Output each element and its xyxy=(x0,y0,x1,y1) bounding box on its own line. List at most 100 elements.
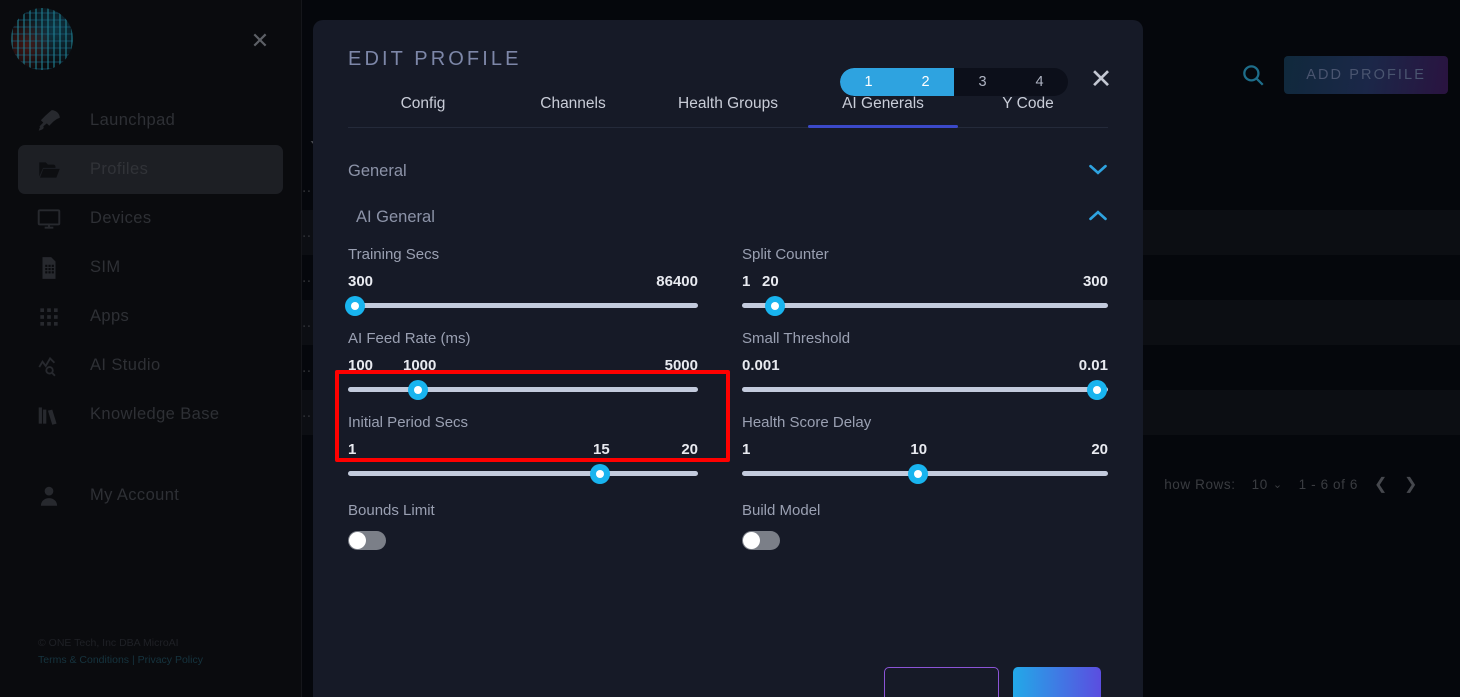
sidebar-item-apps[interactable]: Apps xyxy=(18,292,283,341)
show-rows-label: how Rows: xyxy=(1164,476,1236,492)
tab-health-groups[interactable]: Health Groups xyxy=(648,89,808,127)
slider-track[interactable] xyxy=(742,463,1108,484)
slider-track[interactable] xyxy=(345,295,698,316)
accordion-general[interactable]: General xyxy=(348,148,1108,194)
sidebar-footer: © ONE Tech, Inc DBA MicroAI Terms & Cond… xyxy=(38,635,203,669)
toggle-label: Bounds Limit xyxy=(348,502,435,519)
slider-thumb[interactable] xyxy=(590,463,610,484)
slider-label: Training Secs xyxy=(348,246,440,263)
slider-max: 300 xyxy=(1082,273,1108,290)
sidebar-item-ai-studio[interactable]: AI Studio xyxy=(18,341,283,390)
sidebar-item-label: Apps xyxy=(90,307,130,325)
chevron-up-icon xyxy=(1088,207,1108,227)
sidebar-item-devices[interactable]: Devices xyxy=(18,194,283,243)
books-icon xyxy=(36,401,70,429)
slider-max: 0.01 xyxy=(1078,357,1108,374)
sim-card-icon xyxy=(36,254,70,282)
sidebar-item-label: Profiles xyxy=(90,160,149,178)
slider-track[interactable] xyxy=(348,463,698,484)
rows-per-page-select[interactable]: 10 ⌄ xyxy=(1252,477,1283,492)
slider-min: 1 xyxy=(742,441,751,458)
sidebar-item-label: My Account xyxy=(90,486,180,504)
slider-small-threshold: Small Threshold 0.001 0.01 xyxy=(728,330,1108,400)
switch-knob xyxy=(743,532,760,549)
slider-current: 20 xyxy=(762,273,779,290)
slider-initial-period-secs: Initial Period Secs 1 15 20 xyxy=(348,414,728,484)
sidebar-close-icon[interactable]: ✕ xyxy=(249,30,271,52)
chart-magnifier-icon xyxy=(36,352,70,380)
search-icon[interactable] xyxy=(1240,62,1266,88)
app-logo xyxy=(11,8,73,70)
bounds-limit-switch[interactable] xyxy=(348,531,386,550)
accordion-title: AI General xyxy=(356,207,435,226)
toggle-row: Bounds Limit Build Model xyxy=(348,502,1108,550)
slider-min: 300 xyxy=(348,273,374,290)
slider-label: Split Counter xyxy=(742,246,829,263)
slider-min: 0.001 xyxy=(742,357,780,374)
tab-channels[interactable]: Channels xyxy=(498,89,648,127)
sidebar-item-knowledge-base[interactable]: Knowledge Base xyxy=(18,390,283,439)
slider-current: 10 xyxy=(910,441,928,458)
dialog-header: EDIT PROFILE 1 2 3 4 ✕ xyxy=(313,20,1143,96)
slider-label: Health Score Delay xyxy=(742,414,872,431)
dialog-footer xyxy=(313,667,1143,697)
toggle-build-model: Build Model xyxy=(728,502,1108,550)
slider-min: 100 xyxy=(348,357,374,374)
tab-config[interactable]: Config xyxy=(348,89,498,127)
slider-thumb[interactable] xyxy=(907,463,928,484)
build-model-switch[interactable] xyxy=(742,531,780,550)
pagination: how Rows: 10 ⌄ 1 - 6 of 6 ❮ ❯ xyxy=(1164,474,1418,494)
settings-grid: Training Secs 300 86400 Split Counter 1 … xyxy=(345,246,1108,498)
slider-max: 5000 xyxy=(664,357,698,374)
sidebar-item-label: Devices xyxy=(90,209,152,227)
person-icon xyxy=(36,482,70,510)
sidebar-item-label: AI Studio xyxy=(90,356,161,374)
prev-page-icon[interactable]: ❮ xyxy=(1374,474,1388,494)
sidebar-item-sim[interactable]: SIM xyxy=(18,243,283,292)
sidebar-item-label: Launchpad xyxy=(90,111,176,129)
slider-track[interactable] xyxy=(742,379,1108,400)
edit-profile-dialog: EDIT PROFILE 1 2 3 4 ✕ Config Channels H… xyxy=(313,20,1143,697)
cancel-button[interactable] xyxy=(884,667,999,697)
sidebar-header: ✕ xyxy=(0,0,301,92)
sidebar-nav: Launchpad Profiles Devices SIM Apps AI S… xyxy=(0,96,301,520)
slider-track[interactable] xyxy=(742,295,1108,316)
slider-label: AI Feed Rate (ms) xyxy=(348,330,471,347)
slider-values: 1 15 20 xyxy=(348,441,698,461)
add-profile-button[interactable]: ADD PROFILE xyxy=(1284,56,1448,94)
slider-split-counter: Split Counter 1 20 300 xyxy=(728,246,1108,316)
chevron-down-icon: ⌄ xyxy=(1272,478,1283,491)
slider-max: 20 xyxy=(1091,441,1108,458)
rows-per-page-value: 10 xyxy=(1251,476,1268,492)
monitor-icon xyxy=(36,205,70,233)
slider-training-secs: Training Secs 300 86400 xyxy=(345,246,728,316)
accordion-ai-general[interactable]: AI General xyxy=(348,194,1108,240)
slider-track[interactable] xyxy=(348,379,698,400)
sidebar-item-label: SIM xyxy=(90,258,121,276)
sidebar-item-my-account[interactable]: My Account xyxy=(18,471,283,520)
rocket-icon xyxy=(36,107,70,135)
slider-values: 100 1000 5000 xyxy=(348,357,698,377)
switch-knob xyxy=(349,532,366,549)
slider-thumb[interactable] xyxy=(408,379,428,400)
slider-label: Initial Period Secs xyxy=(348,414,469,431)
tab-y-code[interactable]: Y Code xyxy=(958,89,1098,127)
grid-apps-icon xyxy=(36,303,70,331)
slider-ai-feed-rate: AI Feed Rate (ms) 100 1000 5000 xyxy=(348,330,728,400)
slider-values: 300 86400 xyxy=(348,273,698,293)
slider-thumb[interactable] xyxy=(345,295,365,316)
slider-thumb[interactable] xyxy=(1087,379,1108,400)
slider-health-score-delay: Health Score Delay 1 10 20 xyxy=(728,414,1108,484)
next-page-icon[interactable]: ❯ xyxy=(1404,474,1418,494)
sidebar-item-launchpad[interactable]: Launchpad xyxy=(18,96,283,145)
slider-thumb[interactable] xyxy=(764,295,785,316)
tab-ai-generals[interactable]: AI Generals xyxy=(808,89,958,128)
sidebar-item-label: Knowledge Base xyxy=(90,405,220,423)
privacy-link[interactable]: Privacy Policy xyxy=(138,654,203,666)
slider-max: 86400 xyxy=(656,273,698,290)
save-button[interactable] xyxy=(1013,667,1101,697)
slider-values: 1 10 20 xyxy=(742,441,1108,461)
terms-link[interactable]: Terms & Conditions xyxy=(38,654,129,666)
sidebar-item-profiles[interactable]: Profiles xyxy=(18,145,283,194)
